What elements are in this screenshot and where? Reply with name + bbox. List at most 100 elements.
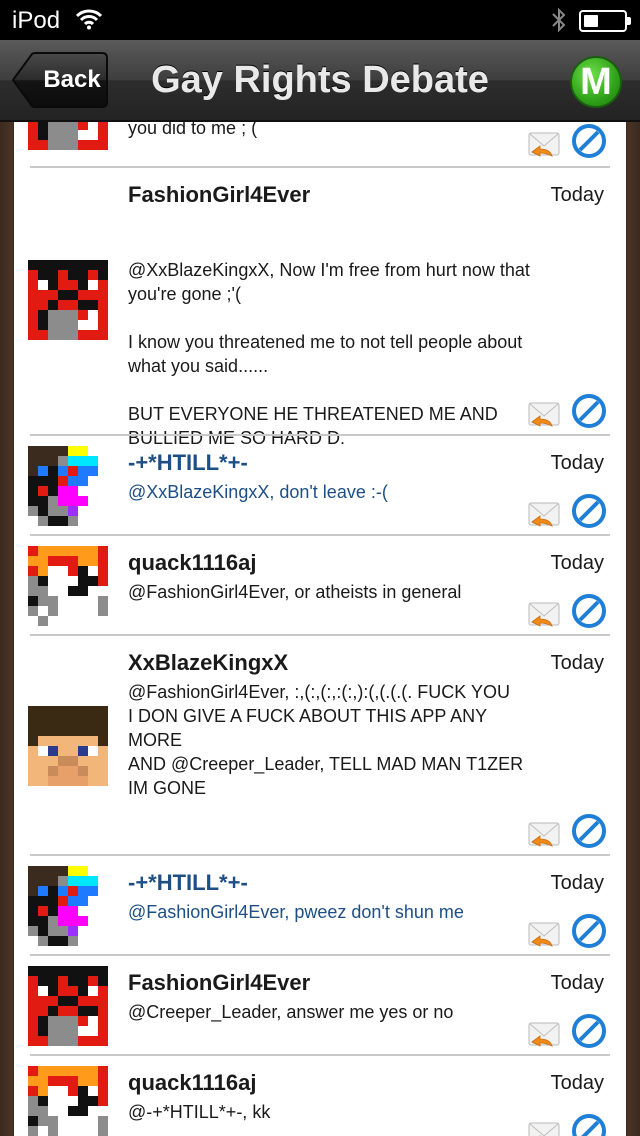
- avatar-pixel: [88, 1076, 98, 1086]
- avatar-pixel: [38, 516, 48, 526]
- block-icon[interactable]: [572, 124, 606, 158]
- avatar-pixel: [48, 566, 58, 576]
- avatar-pixel: [78, 906, 88, 916]
- avatar-pixel: [98, 556, 108, 566]
- block-icon[interactable]: [572, 914, 606, 948]
- reply-envelope-icon[interactable]: [528, 398, 560, 430]
- avatar-pixel: [98, 596, 108, 606]
- avatar-pixel: [28, 736, 38, 746]
- reply-envelope-icon[interactable]: [528, 818, 560, 850]
- username[interactable]: -+*HTILL*+-: [128, 450, 248, 476]
- avatar-pixel: [78, 330, 88, 340]
- reply-envelope-icon[interactable]: [528, 1118, 560, 1136]
- avatar-pixel: [48, 290, 58, 300]
- avatar-pixel: [68, 140, 78, 150]
- list-item[interactable]: quack1116aj Today @FashionGirl4Ever, or at…: [14, 536, 626, 636]
- timestamp: Today: [550, 1072, 604, 1094]
- username[interactable]: FashionGirl4Ever: [128, 182, 310, 208]
- app: iPod Back Gay Rights Debate M you did to…: [0, 0, 640, 1136]
- avatar-pixel: [88, 300, 98, 310]
- block-icon[interactable]: [572, 594, 606, 628]
- avatar-pixel: [48, 966, 58, 976]
- avatar-pixel: [48, 556, 58, 566]
- comment-list[interactable]: you did to me ; ( FashionGirl4Ever Today @…: [14, 122, 626, 1136]
- username[interactable]: FashionGirl4Ever: [128, 970, 310, 996]
- avatar-pixel: [48, 1066, 58, 1076]
- username[interactable]: quack1116aj: [128, 1070, 256, 1096]
- list-item[interactable]: -+*HTILL*+- Today @FashionGirl4Ever, pweez…: [14, 856, 626, 956]
- avatar[interactable]: [28, 446, 108, 526]
- avatar[interactable]: [28, 1066, 108, 1136]
- avatar-pixel: [78, 1116, 88, 1126]
- block-icon[interactable]: [572, 814, 606, 848]
- avatar[interactable]: [28, 866, 108, 946]
- block-icon[interactable]: [572, 494, 606, 528]
- avatar-pixel: [78, 926, 88, 936]
- avatar-pixel: [88, 986, 98, 996]
- menu-button[interactable]: M: [570, 56, 622, 108]
- avatar-pixel: [88, 546, 98, 556]
- avatar-pixel: [98, 606, 108, 616]
- reply-envelope-icon[interactable]: [528, 1018, 560, 1050]
- avatar-pixel: [28, 876, 38, 886]
- avatar-pixel: [58, 280, 68, 290]
- avatar-pixel: [28, 1026, 38, 1036]
- avatar-pixel: [58, 606, 68, 616]
- avatar[interactable]: [28, 966, 108, 1046]
- avatar-pixel: [88, 1126, 98, 1136]
- avatar-pixel: [88, 1066, 98, 1076]
- avatar-pixel: [78, 476, 88, 486]
- reply-envelope-icon[interactable]: [528, 128, 560, 160]
- avatar-pixel: [68, 446, 78, 456]
- avatar-pixel: [98, 706, 108, 716]
- block-icon[interactable]: [572, 394, 606, 428]
- avatar-pixel: [58, 330, 68, 340]
- username[interactable]: -+*HTILL*+-: [128, 870, 248, 896]
- avatar-pixel: [78, 516, 88, 526]
- block-icon[interactable]: [572, 1014, 606, 1048]
- avatar-pixel: [28, 300, 38, 310]
- avatar-pixel: [38, 966, 48, 976]
- avatar-pixel: [68, 996, 78, 1006]
- bluetooth-icon: [552, 7, 566, 33]
- avatar-pixel: [48, 746, 58, 756]
- message-text: @XxBlazeKingxX, don't leave :-(: [128, 482, 388, 502]
- list-item[interactable]: FashionGirl4Ever Today @Creeper_Leader, an…: [14, 956, 626, 1056]
- username[interactable]: quack1116aj: [128, 550, 256, 576]
- username[interactable]: XxBlazeKingxX: [128, 650, 288, 676]
- reply-envelope-icon[interactable]: [528, 598, 560, 630]
- avatar[interactable]: [28, 706, 108, 786]
- reply-envelope-icon[interactable]: [528, 498, 560, 530]
- avatar[interactable]: [28, 260, 108, 340]
- avatar-pixel: [68, 1076, 78, 1086]
- back-button[interactable]: Back: [12, 52, 108, 108]
- avatar-pixel: [38, 260, 48, 270]
- avatar-pixel: [98, 1086, 108, 1096]
- avatar-pixel: [78, 456, 88, 466]
- avatar-pixel: [78, 486, 88, 496]
- reply-envelope-icon[interactable]: [528, 918, 560, 950]
- avatar-pixel: [68, 706, 78, 716]
- avatar-pixel: [88, 320, 98, 330]
- avatar-pixel: [78, 886, 88, 896]
- block-icon[interactable]: [572, 1114, 606, 1136]
- list-item[interactable]: quack1116aj Today @-+*HTILL*+-, kk: [14, 1056, 626, 1136]
- avatar-pixel: [58, 926, 68, 936]
- avatar-pixel: [88, 876, 98, 886]
- avatar-pixel: [98, 546, 108, 556]
- avatar-pixel: [38, 916, 48, 926]
- avatar-pixel: [78, 706, 88, 716]
- avatar-pixel: [28, 606, 38, 616]
- avatar-pixel: [98, 966, 108, 976]
- status-bar: iPod: [0, 0, 640, 40]
- list-item[interactable]: -+*HTILL*+- Today @XxBlazeKingxX, don't le…: [14, 436, 626, 536]
- avatar-pixel: [78, 1066, 88, 1076]
- list-item[interactable]: FashionGirl4Ever Today @XxBlazeKingxX, Now…: [14, 168, 626, 448]
- avatar-pixel: [68, 586, 78, 596]
- avatar-pixel: [28, 270, 38, 280]
- avatar-pixel: [58, 576, 68, 586]
- avatar[interactable]: [28, 546, 108, 626]
- list-item[interactable]: XxBlazeKingxX Today @FashionGirl4Ever, :,(…: [14, 636, 626, 856]
- wifi-icon: [76, 9, 102, 30]
- avatar-pixel: [78, 496, 88, 506]
